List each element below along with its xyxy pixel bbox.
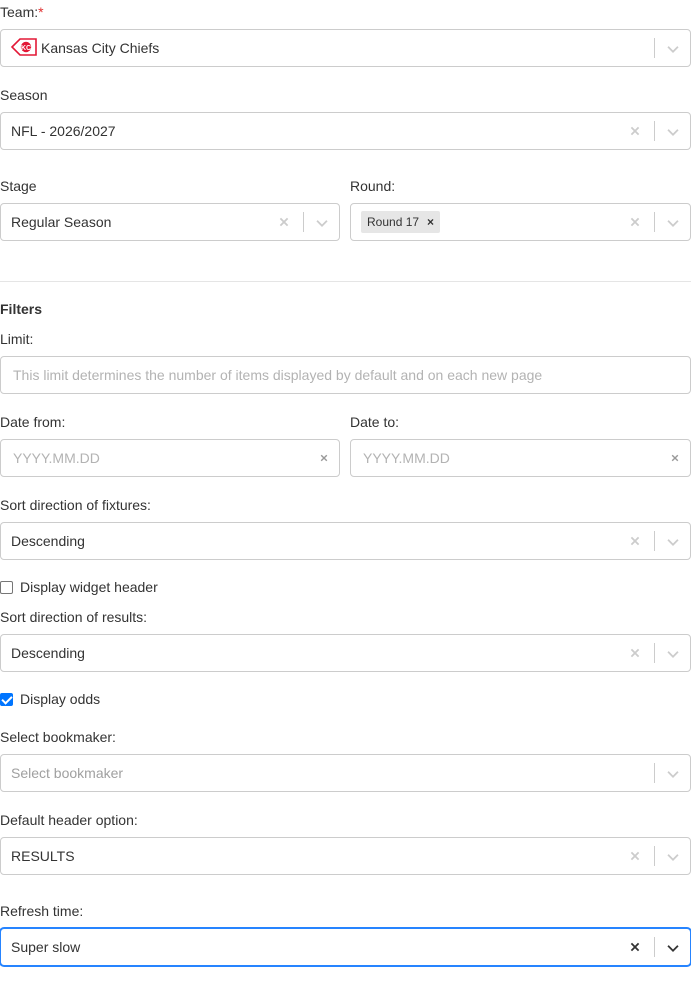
sort-fixtures-value: Descending — [11, 533, 85, 549]
bookmaker-placeholder: Select bookmaker — [11, 765, 124, 781]
team-value: Kansas City Chiefs — [41, 40, 160, 56]
separator — [654, 212, 655, 232]
clear-icon[interactable] — [626, 847, 644, 865]
stage-select[interactable]: Regular Season — [0, 203, 340, 241]
date-from-placeholder: YYYY.MM.DD — [13, 450, 100, 466]
chip-remove-icon[interactable]: × — [427, 215, 434, 229]
clear-icon[interactable] — [668, 451, 682, 469]
chevron-down-icon[interactable] — [664, 765, 682, 783]
chevron-down-icon[interactable] — [664, 533, 682, 551]
separator — [654, 121, 655, 141]
date-from-label: Date from: — [0, 414, 66, 430]
separator — [303, 212, 304, 232]
team-label: Team:* — [0, 4, 44, 20]
svg-text:KC: KC — [21, 45, 31, 52]
refresh-time-value: Super slow — [11, 939, 81, 955]
display-odds-checkbox[interactable] — [0, 692, 13, 706]
chevron-down-icon[interactable] — [664, 214, 682, 232]
separator — [654, 937, 655, 957]
clear-icon[interactable] — [317, 451, 331, 469]
round-multiselect[interactable]: Round 17 × — [350, 203, 691, 241]
required-mark: * — [38, 4, 44, 20]
clear-icon[interactable] — [626, 938, 644, 956]
clear-icon[interactable] — [626, 213, 644, 231]
display-widget-header-row[interactable]: Display widget header — [0, 579, 158, 595]
chip-label: Round 17 — [367, 215, 420, 229]
chevron-down-icon[interactable] — [664, 123, 682, 141]
default-header-value: RESULTS — [11, 848, 75, 864]
display-widget-header-label: Display widget header — [20, 579, 158, 595]
default-header-label: Default header option: — [0, 812, 138, 828]
limit-input[interactable]: This limit determines the number of item… — [0, 356, 691, 394]
sort-results-select[interactable]: Descending — [0, 634, 691, 672]
date-to-label: Date to: — [350, 414, 400, 430]
stage-label: Stage — [0, 178, 37, 194]
separator — [654, 763, 655, 783]
bookmaker-label: Select bookmaker: — [0, 729, 116, 745]
chevron-down-icon[interactable] — [664, 848, 682, 866]
bookmaker-select[interactable]: Select bookmaker — [0, 754, 691, 792]
clear-icon[interactable] — [626, 122, 644, 140]
separator — [654, 531, 655, 551]
date-to-input[interactable]: YYYY.MM.DD — [350, 439, 691, 477]
stage-value: Regular Season — [11, 214, 112, 230]
section-divider — [0, 281, 691, 282]
chiefs-arrowhead-logo-icon: KC — [11, 38, 37, 56]
season-select[interactable]: NFL - 2026/2027 — [0, 112, 691, 150]
season-label: Season — [0, 87, 48, 103]
date-to-placeholder: YYYY.MM.DD — [363, 450, 450, 466]
display-odds-label: Display odds — [20, 691, 101, 707]
round-label: Round: — [350, 178, 396, 194]
sort-fixtures-label: Sort direction of fixtures: — [0, 497, 151, 513]
display-widget-header-checkbox[interactable] — [0, 580, 13, 594]
chevron-down-icon[interactable] — [664, 939, 682, 957]
sort-results-label: Sort direction of results: — [0, 609, 148, 625]
separator — [654, 643, 655, 663]
separator — [654, 38, 655, 58]
season-value: NFL - 2026/2027 — [11, 123, 116, 139]
clear-icon[interactable] — [275, 213, 293, 231]
display-odds-row[interactable]: Display odds — [0, 691, 100, 707]
sort-fixtures-select[interactable]: Descending — [0, 522, 691, 560]
refresh-time-select[interactable]: Super slow — [0, 928, 691, 966]
filters-heading: Filters — [0, 301, 43, 317]
team-select[interactable]: KC Kansas City Chiefs — [0, 29, 691, 67]
date-from-input[interactable]: YYYY.MM.DD — [0, 439, 340, 477]
chevron-down-icon[interactable] — [664, 40, 682, 58]
clear-icon[interactable] — [626, 532, 644, 550]
refresh-time-label: Refresh time: — [0, 903, 84, 919]
round-chip: Round 17 × — [361, 211, 441, 233]
limit-placeholder: This limit determines the number of item… — [13, 367, 543, 383]
sort-results-value: Descending — [11, 645, 85, 661]
clear-icon[interactable] — [626, 644, 644, 662]
default-header-select[interactable]: RESULTS — [0, 837, 691, 875]
chevron-down-icon[interactable] — [664, 645, 682, 663]
limit-label: Limit: — [0, 331, 34, 347]
chevron-down-icon[interactable] — [313, 214, 331, 232]
separator — [654, 846, 655, 866]
